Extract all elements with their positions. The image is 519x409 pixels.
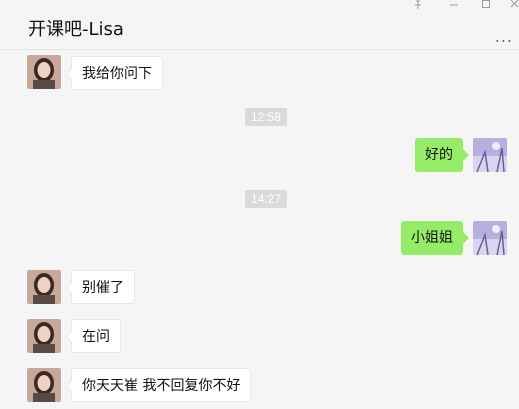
contact-avatar[interactable]: [27, 319, 61, 353]
minimize-icon[interactable]: [449, 0, 459, 12]
contact-avatar[interactable]: [27, 368, 61, 402]
message-bubble-sent: 好的: [415, 138, 469, 172]
message-bubble-received: 别催了: [66, 270, 135, 304]
pin-icon[interactable]: [413, 0, 423, 12]
message-bubble-received: 你天天崔 我不回复你不好: [65, 368, 252, 402]
message-bubble-sent: 小姐姐: [401, 221, 469, 255]
close-icon[interactable]: [510, 0, 519, 12]
chat-header: 开课吧-Lisa ...: [0, 0, 519, 50]
timestamp: 14:27: [245, 190, 288, 208]
my-avatar[interactable]: [473, 221, 507, 255]
chat-title: 开课吧-Lisa: [28, 19, 124, 40]
my-avatar[interactable]: [473, 138, 507, 172]
more-options-icon[interactable]: ...: [495, 27, 513, 46]
message-list: 我给你问下 12:58 好的 14:27 小姐姐 别催了 在问 你天天崔 我不回…: [0, 51, 519, 409]
timestamp: 12:58: [245, 108, 288, 126]
maximize-icon[interactable]: [481, 0, 491, 12]
message-bubble-received: 我给你问下: [66, 56, 163, 90]
message-bubble-received: 在问: [66, 319, 121, 353]
contact-avatar[interactable]: [27, 270, 61, 304]
contact-avatar[interactable]: [27, 55, 61, 89]
